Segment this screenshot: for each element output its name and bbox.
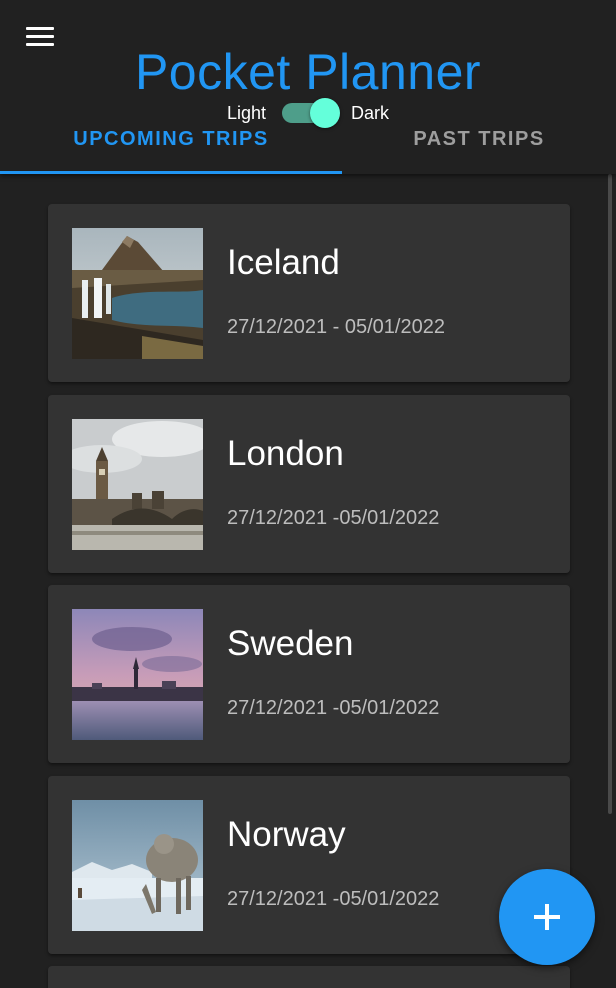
trip-dates: 27/12/2021 -05/01/2022 — [227, 507, 440, 529]
scrollbar[interactable] — [608, 174, 612, 814]
add-trip-button[interactable] — [499, 869, 595, 965]
tab-past-trips[interactable]: PAST TRIPS — [342, 120, 616, 174]
trip-card-norway[interactable]: Norway 27/12/2021 -05/01/2022 — [48, 776, 570, 954]
trip-dates: 27/12/2021 - 05/01/2022 — [227, 316, 445, 338]
trip-photo-sweden — [72, 609, 203, 740]
trip-dates: 27/12/2021 -05/01/2022 — [227, 888, 440, 910]
app-title: Pocket Planner — [134, 44, 482, 100]
app-header: Pocket Planner Light Dark UPCOMING TRIPS… — [0, 0, 616, 174]
active-tab-indicator — [0, 171, 342, 174]
trip-name: Norway — [227, 815, 346, 854]
app-root: Pocket Planner Light Dark UPCOMING TRIPS… — [0, 0, 616, 988]
trip-name: Iceland — [227, 243, 340, 282]
trip-card-iceland[interactable]: Iceland 27/12/2021 - 05/01/2022 — [48, 204, 570, 382]
trip-dates: 27/12/2021 -05/01/2022 — [227, 697, 440, 719]
trip-photo-london — [72, 419, 203, 550]
trip-photo-iceland — [72, 228, 203, 359]
trip-photo-norway — [72, 800, 203, 931]
trip-tabs: UPCOMING TRIPS PAST TRIPS — [0, 120, 616, 174]
trip-name: Sweden — [227, 624, 354, 663]
tab-upcoming-trips[interactable]: UPCOMING TRIPS — [0, 120, 342, 174]
trip-card-london[interactable]: London 27/12/2021 -05/01/2022 — [48, 395, 570, 573]
trip-card-partial[interactable] — [48, 966, 570, 988]
trip-list: Iceland 27/12/2021 - 05/01/2022 London 2… — [0, 174, 616, 988]
trip-card-sweden[interactable]: Sweden 27/12/2021 -05/01/2022 — [48, 585, 570, 763]
trip-name: London — [227, 434, 344, 473]
